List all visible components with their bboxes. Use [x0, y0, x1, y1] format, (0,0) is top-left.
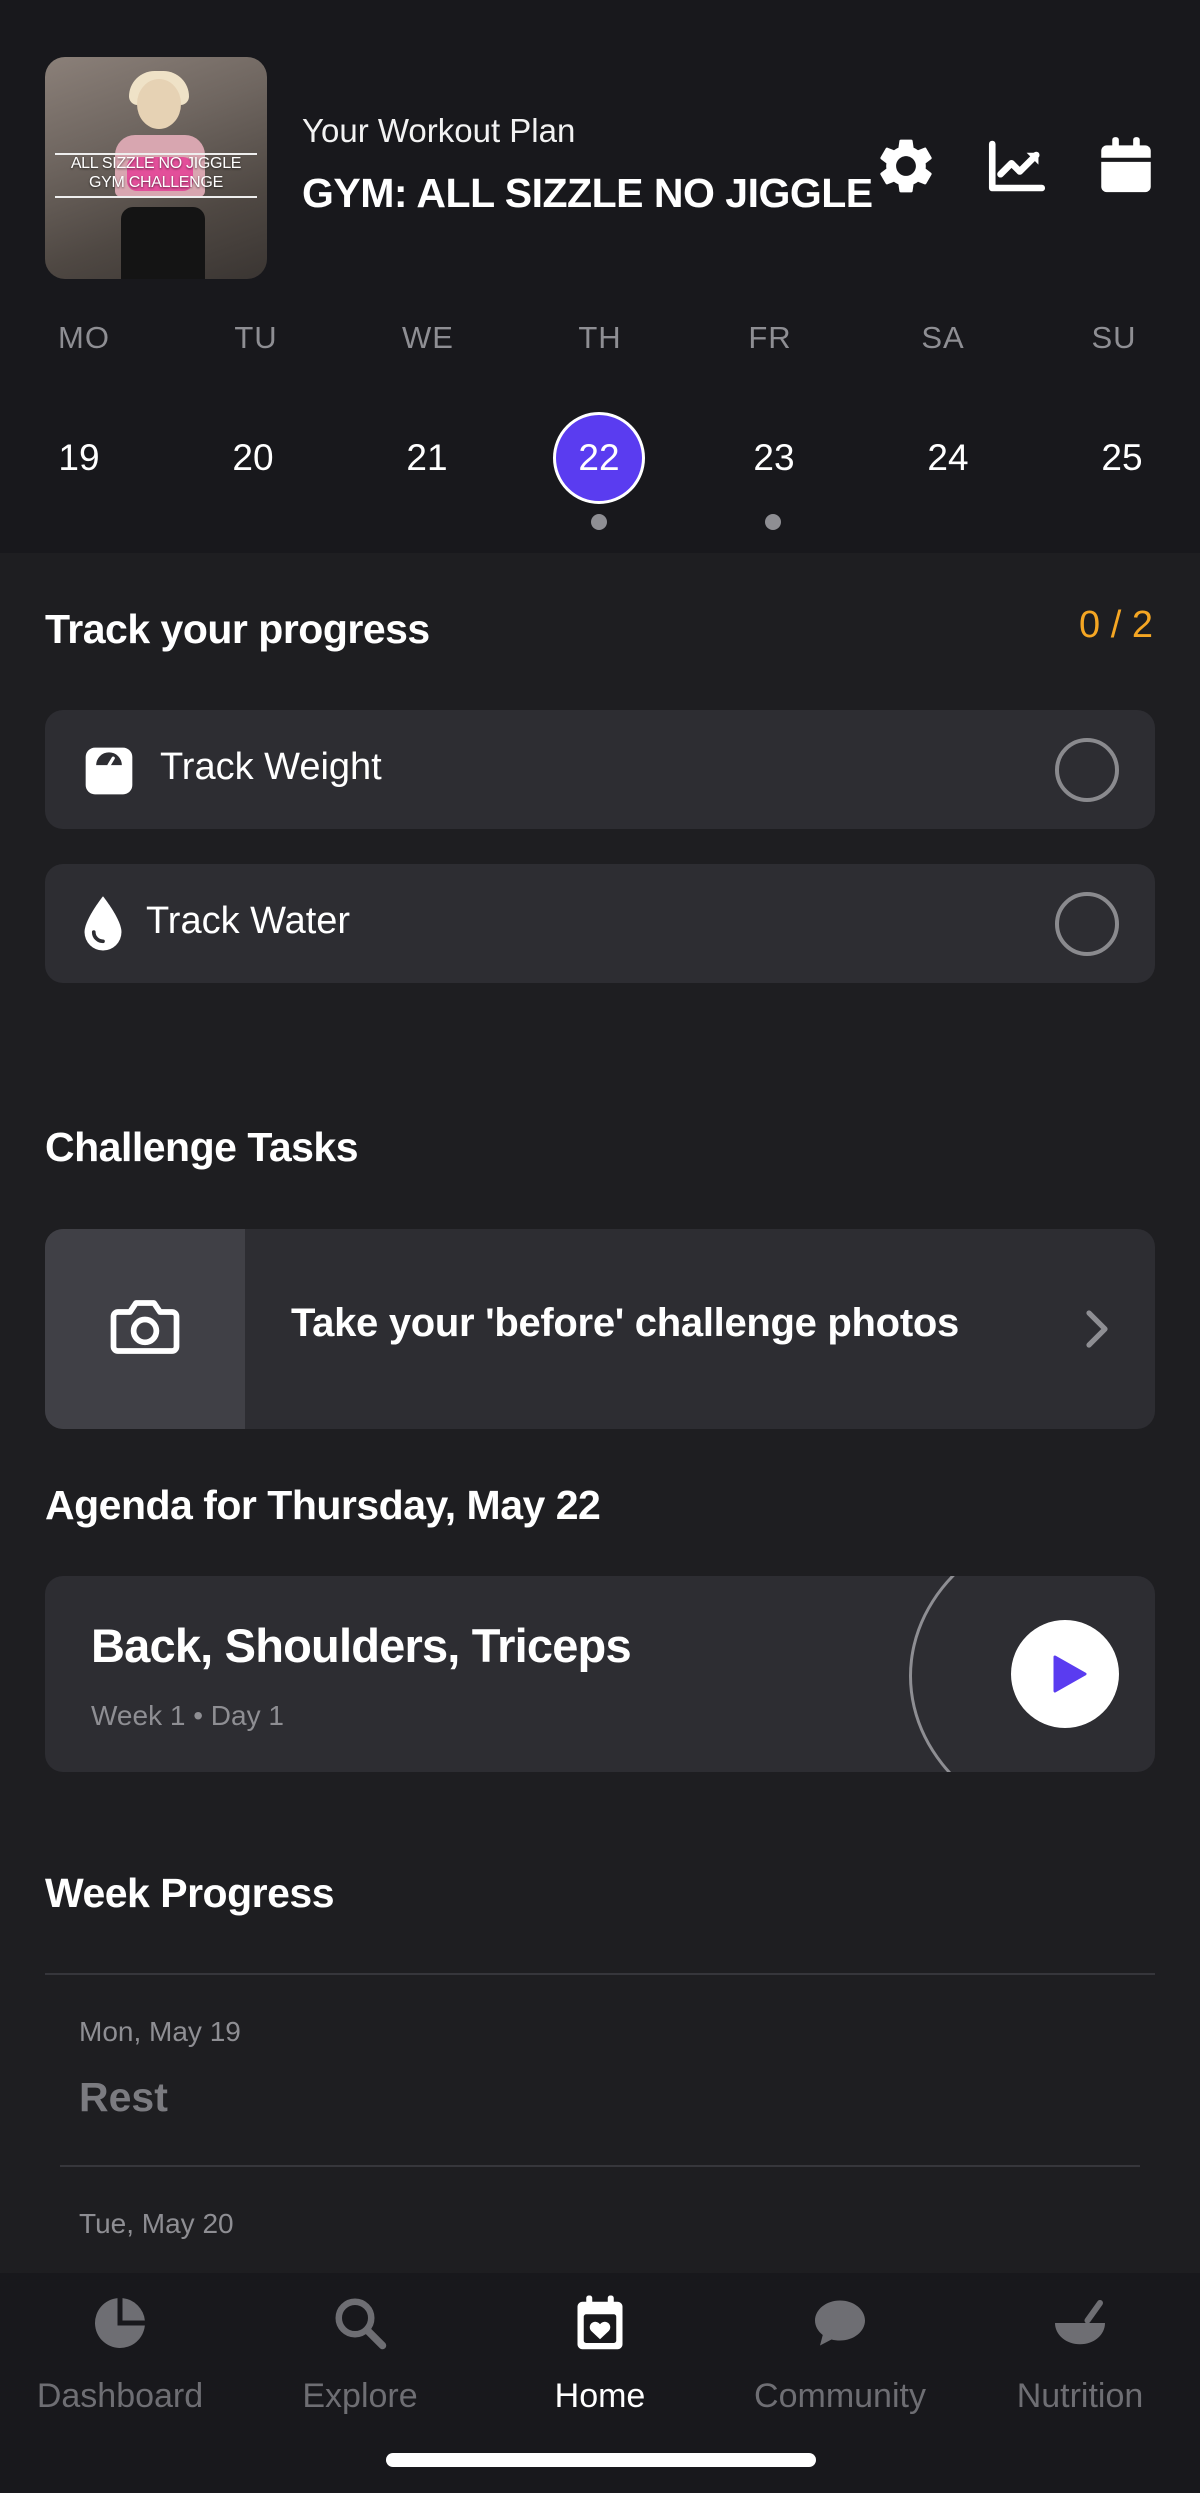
weekday-label: SA — [921, 320, 965, 355]
play-button[interactable] — [1011, 1620, 1119, 1728]
week-entry-status: Rest — [79, 2074, 168, 2120]
scale-icon — [85, 747, 133, 795]
tab-dashboard[interactable]: Dashboard — [0, 2273, 240, 2433]
tab-label: Explore — [302, 2377, 418, 2415]
day-21[interactable]: 21 — [381, 412, 473, 504]
tab-community[interactable]: Community — [720, 2273, 960, 2433]
track-weight-checkbox[interactable] — [1055, 738, 1119, 802]
task-icon-area — [45, 1229, 245, 1429]
chat-bubble-icon — [815, 2300, 865, 2346]
bowl-icon — [1055, 2300, 1105, 2345]
week-entry-date: Mon, May 19 — [79, 2016, 241, 2047]
dashboard-icon — [95, 2298, 145, 2348]
tab-label: Nutrition — [1016, 2377, 1144, 2415]
week-progress-title: Week Progress — [45, 1870, 335, 1916]
calendar-heart-icon — [577, 2295, 623, 2350]
thumbnail-text-line2: GYM CHALLENGE — [89, 174, 223, 191]
water-drop-icon — [84, 896, 122, 951]
play-icon — [1053, 1655, 1087, 1693]
progress-counter: 0 / 2 — [1079, 604, 1153, 646]
week-entry-date: Tue, May 20 — [79, 2208, 234, 2239]
weekday-label: WE — [402, 320, 454, 355]
weekday-label: SU — [1091, 320, 1137, 355]
tab-label: Dashboard — [36, 2377, 204, 2415]
search-icon — [335, 2298, 387, 2350]
track-water-checkbox[interactable] — [1055, 892, 1119, 956]
track-weight-label: Track Weight — [160, 746, 382, 788]
before-photos-task[interactable]: Take your 'before' challenge photos — [45, 1229, 1155, 1429]
challenge-tasks-title: Challenge Tasks — [45, 1124, 359, 1170]
day-25[interactable]: 25 — [1076, 412, 1168, 504]
weekday-label: FR — [748, 320, 792, 355]
track-weight-card[interactable]: Track Weight — [45, 710, 1155, 829]
track-progress-title: Track your progress — [45, 606, 430, 652]
activity-dot — [765, 514, 781, 530]
camera-icon — [110, 1300, 180, 1354]
track-water-card[interactable]: Track Water — [45, 864, 1155, 983]
divider — [45, 1973, 1155, 1975]
day-19[interactable]: 19 — [33, 412, 125, 504]
gear-icon[interactable] — [873, 133, 939, 199]
plan-subtitle: Your Workout Plan — [302, 112, 576, 149]
tab-explore[interactable]: Explore — [240, 2273, 480, 2433]
plan-thumbnail[interactable]: ALL SIZZLE NO JIGGLE GYM CHALLENGE — [45, 57, 267, 279]
agenda-title: Agenda for Thursday, May 22 — [45, 1482, 601, 1528]
divider — [60, 2165, 1140, 2167]
plan-title: GYM: ALL SIZZLE NO JIGGLE — [302, 170, 873, 216]
track-water-label: Track Water — [146, 900, 351, 942]
tab-home[interactable]: Home — [480, 2273, 720, 2433]
tab-label: Community — [754, 2377, 926, 2415]
day-23[interactable]: 23 — [728, 412, 820, 504]
tab-label: Home — [554, 2377, 646, 2415]
activity-dot — [591, 514, 607, 530]
tab-nutrition[interactable]: Nutrition — [960, 2273, 1200, 2433]
workout-subtitle: Week 1 • Day 1 — [91, 1700, 284, 1731]
chevron-right-icon — [1086, 1310, 1108, 1348]
task-label: Take your 'before' challenge photos — [291, 1301, 959, 1345]
chart-icon[interactable] — [984, 133, 1050, 199]
thumbnail-text-line1: ALL SIZZLE NO JIGGLE — [70, 155, 242, 172]
weekday-label: TH — [578, 320, 622, 355]
calendar-icon[interactable] — [1093, 133, 1159, 199]
weekday-label: MO — [58, 320, 110, 355]
home-indicator — [386, 2453, 816, 2467]
day-20[interactable]: 20 — [207, 412, 299, 504]
day-22-selected[interactable]: 22 — [553, 412, 645, 504]
weekday-label: TU — [234, 320, 278, 355]
workout-card[interactable]: Back, Shoulders, Triceps Week 1 • Day 1 — [45, 1576, 1155, 1772]
day-24[interactable]: 24 — [902, 412, 994, 504]
workout-title: Back, Shoulders, Triceps — [91, 1619, 632, 1672]
header-area: ALL SIZZLE NO JIGGLE GYM CHALLENGE Your … — [0, 0, 1200, 553]
